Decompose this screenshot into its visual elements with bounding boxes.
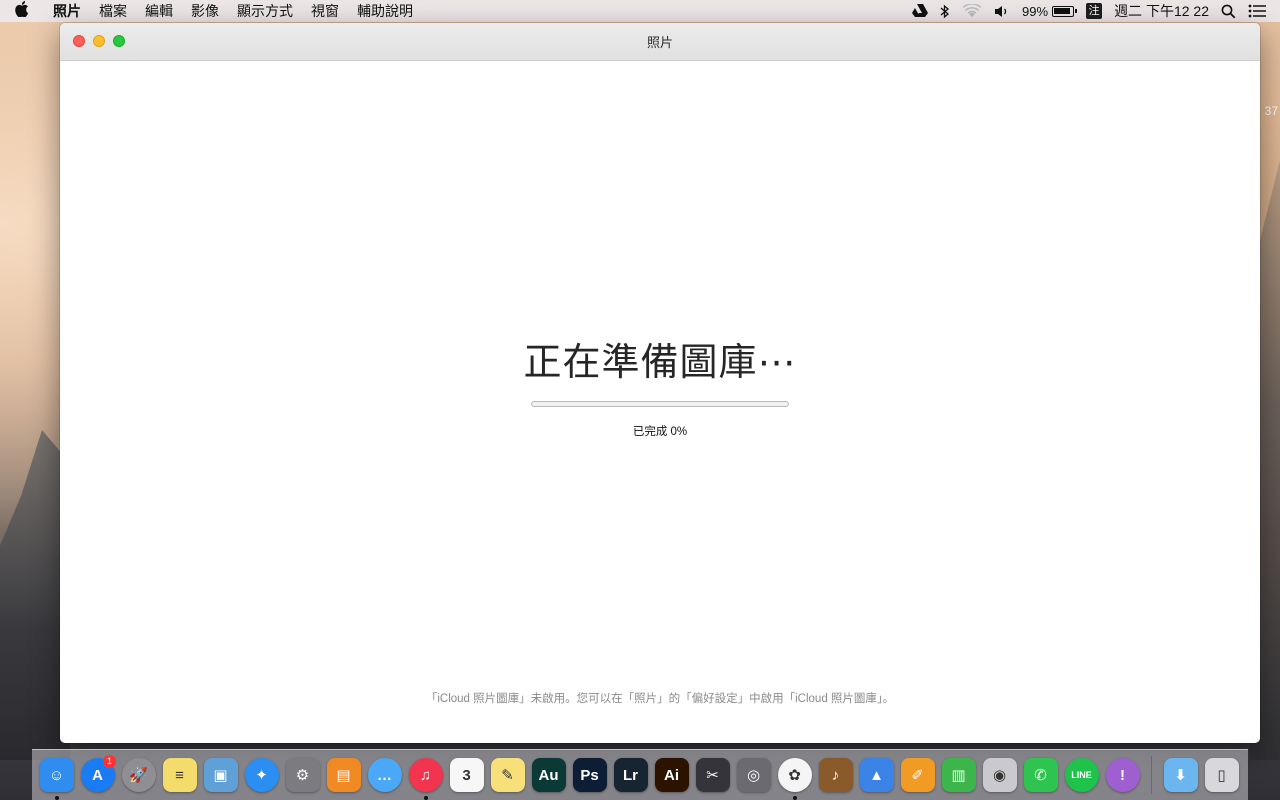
menu-item-photos[interactable]: 照片 xyxy=(44,1,90,21)
motion-icon: ◎ xyxy=(736,758,771,792)
menu-item-help[interactable]: 輔助說明 xyxy=(348,1,422,21)
messages-icon: … xyxy=(367,758,402,792)
dock-item-motion[interactable]: ◎ xyxy=(733,750,774,800)
dock-item-photoshop[interactable]: Ps xyxy=(569,750,610,800)
running-indicator xyxy=(793,795,797,800)
facetime-icon: ✆ xyxy=(1023,758,1058,792)
progress-label: 已完成 0% xyxy=(632,426,688,438)
window-controls xyxy=(73,35,125,47)
dock-item-numbers[interactable]: ▥ xyxy=(938,750,979,800)
menu-clock[interactable]: 週二 下午12 22 xyxy=(1108,1,1215,21)
dock-item-stickies[interactable]: ≡ xyxy=(159,750,200,800)
dock-item-safari[interactable]: ✦ xyxy=(241,750,282,800)
safari-icon: ✦ xyxy=(244,758,279,792)
menu-bar: 照片 檔案 編輯 影像 顯示方式 視窗 輔助說明 99% 注 週二 下午12 2… xyxy=(0,0,1280,22)
notification-center-icon[interactable] xyxy=(1242,4,1272,18)
line-icon: LINE xyxy=(1064,758,1099,792)
photo-booth-icon: ◉ xyxy=(982,758,1017,792)
dock-item-ibooks[interactable]: ▤ xyxy=(323,750,364,800)
window-title: 照片 xyxy=(646,35,673,50)
numbers-icon: ▥ xyxy=(941,758,976,792)
icloud-footer-note: 「iCloud 照片圖庫」未啟用。您可以在「照片」的「偏好設定」中啟用「iClo… xyxy=(425,693,895,705)
dock-item-trash[interactable]: ▯ xyxy=(1201,750,1242,800)
dock-item-pages[interactable]: ✐ xyxy=(897,750,938,800)
running-indicator xyxy=(424,795,428,800)
keynote-icon: ▲ xyxy=(859,758,894,792)
ibooks-icon: ▤ xyxy=(326,758,361,792)
lightroom-icon: Lr xyxy=(613,758,648,792)
preparing-library-heading: 正在準備圖庫⋯ xyxy=(523,342,797,384)
finder-icon: ☺ xyxy=(39,758,74,792)
audition-icon: Au xyxy=(531,758,566,792)
preview-icon: ▣ xyxy=(203,758,238,792)
google-drive-icon[interactable] xyxy=(906,4,934,18)
pages-icon: ✐ xyxy=(900,758,935,792)
garageband-icon: ♪ xyxy=(818,758,853,792)
dock-item-final-cut-pro[interactable]: ✂ xyxy=(692,750,733,800)
dock-item-downloads-folder[interactable]: ⬇ xyxy=(1160,750,1201,800)
alert-app-icon: ! xyxy=(1105,758,1140,792)
final-cut-pro-icon: ✂ xyxy=(695,758,730,792)
dock-item-itunes[interactable]: ♫ xyxy=(405,750,446,800)
input-method-label: 注 xyxy=(1086,3,1103,19)
illustrator-icon: Ai xyxy=(654,758,689,792)
stickies-icon: ≡ xyxy=(162,758,197,792)
volume-icon[interactable] xyxy=(988,5,1016,18)
window-content: 正在準備圖庫⋯ 已完成 0% 「iCloud 照片圖庫」未啟用。您可以在「照片」… xyxy=(60,61,1260,743)
dock-item-keynote[interactable]: ▲ xyxy=(856,750,897,800)
itunes-icon: ♫ xyxy=(408,758,443,792)
dock-item-calendar[interactable]: 3 xyxy=(446,750,487,800)
dock-item-line[interactable]: LINE xyxy=(1061,750,1102,800)
menu-item-file[interactable]: 檔案 xyxy=(90,1,136,21)
battery-percent: 99% xyxy=(1022,3,1049,19)
calendar-icon: 3 xyxy=(449,758,484,792)
zoom-button[interactable] xyxy=(113,35,125,47)
dock-item-facetime[interactable]: ✆ xyxy=(1020,750,1061,800)
input-method[interactable]: 注 xyxy=(1080,3,1108,19)
bluetooth-icon[interactable] xyxy=(934,4,956,19)
battery-status[interactable]: 99% xyxy=(1016,4,1080,19)
notification-badge: 1 xyxy=(103,754,116,768)
photos-window: 照片 正在準備圖庫⋯ 已完成 0% 「iCloud 照片圖庫」未啟用。您可以在「… xyxy=(60,23,1260,743)
dock-item-app-store[interactable]: A1 xyxy=(77,750,118,800)
apple-menu-icon[interactable] xyxy=(0,1,44,21)
photoshop-icon: Ps xyxy=(572,758,607,792)
dock-item-finder[interactable]: ☺ xyxy=(36,750,77,800)
trash-icon: ▯ xyxy=(1204,758,1239,792)
running-indicator xyxy=(55,795,59,800)
system-preferences-icon: ⚙ xyxy=(285,758,320,792)
dock-item-lightroom[interactable]: Lr xyxy=(610,750,651,800)
menu-item-edit[interactable]: 編輯 xyxy=(136,1,182,21)
dock-item-photos[interactable]: ✿ xyxy=(774,750,815,800)
window-titlebar[interactable]: 照片 xyxy=(60,23,1260,61)
wifi-icon[interactable] xyxy=(956,4,988,18)
desktop-edge-number: 37 xyxy=(1264,104,1278,118)
dock-item-messages[interactable]: … xyxy=(364,750,405,800)
dock-item-notes[interactable]: ✎ xyxy=(487,750,528,800)
status-area: 99% 注 週二 下午12 22 xyxy=(906,0,1280,22)
spotlight-search-icon[interactable] xyxy=(1215,4,1242,19)
launchpad-icon: 🚀 xyxy=(121,758,156,792)
photos-icon: ✿ xyxy=(777,758,812,792)
menu-item-window[interactable]: 視窗 xyxy=(302,1,348,21)
notes-icon: ✎ xyxy=(490,758,525,792)
dock-item-alert-app[interactable]: ! xyxy=(1102,750,1143,800)
battery-icon xyxy=(1052,5,1078,17)
dock: ☺ A 1 🚀 ≡ ▣ ✦ ⚙ ▤… ♫ 3 ✎ Au Ps Lr Ai ✂ ◎ ✿ ♪ ▲ ✐ ▥ ◉ ✆ LINE! ⬇ ▯ xyxy=(32,749,1248,800)
menu-item-image[interactable]: 影像 xyxy=(182,1,228,21)
menu-item-view[interactable]: 顯示方式 xyxy=(228,1,302,21)
downloads-folder-icon: ⬇ xyxy=(1163,758,1198,792)
minimize-button[interactable] xyxy=(93,35,105,47)
dock-item-launchpad[interactable]: 🚀 xyxy=(118,750,159,800)
dock-item-system-preferences[interactable]: ⚙ xyxy=(282,750,323,800)
dock-item-garageband[interactable]: ♪ xyxy=(815,750,856,800)
close-button[interactable] xyxy=(73,35,85,47)
dock-separator xyxy=(1151,756,1152,794)
dock-item-audition[interactable]: Au xyxy=(528,750,569,800)
dock-item-photo-booth[interactable]: ◉ xyxy=(979,750,1020,800)
dock-item-illustrator[interactable]: Ai xyxy=(651,750,692,800)
progress-bar xyxy=(531,401,789,407)
dock-item-preview[interactable]: ▣ xyxy=(200,750,241,800)
